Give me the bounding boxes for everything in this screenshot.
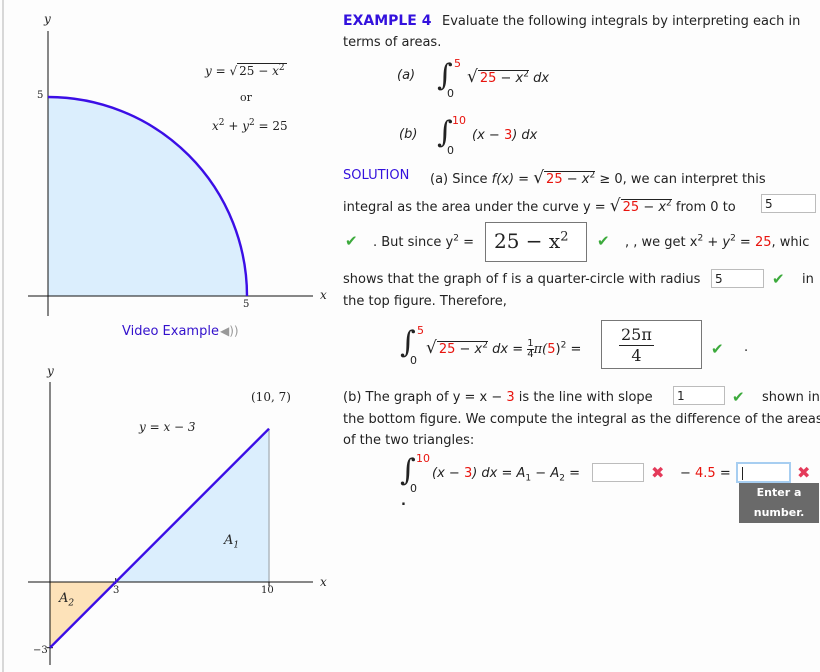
radius-input[interactable]: 5 [711,269,764,288]
slope-input[interactable]: 1 [673,386,725,405]
line-equation-label: y = x − 3 [139,420,196,434]
solution-line-2: integral as the area under the curve y =… [343,196,736,216]
y-tick-label-neg3: −3 [33,645,48,656]
area-a1-label: A1 [224,533,240,551]
part-a-integral: ∫ 5 0 √ 25 − x2 dx [437,57,550,100]
solution-line-4-end: in [802,272,814,287]
example-prompt-cont: terms of areas. [343,35,442,50]
part-a-label: (a) [397,68,416,83]
area-answer-box[interactable]: 25π 4 [601,320,702,369]
x-tick-label-3: 3 [113,585,120,596]
solution-line-4: shows that the graph of f is a quarter-c… [343,272,701,287]
period: . [401,494,406,509]
check-icon: ✔ [597,232,610,250]
x-tick-label-10: 10 [261,585,274,596]
top-x-axis-label: x [320,288,327,302]
top-y-axis-label: y [44,12,51,26]
part-b-label: (b) [399,127,418,142]
check-icon: ✔ [711,340,724,358]
check-icon: ✔ [345,232,358,250]
x-mark-icon: ✖ [651,463,665,482]
lower-limit: 0 [447,87,454,100]
upper-limit-input[interactable]: 5 [761,194,816,213]
solution-line-1: (a) Since f(x) = √ 25 − x2 ≥ 0, we can in… [430,168,766,188]
quarter-circle-figure [28,31,313,316]
part-a-result-equation: ∫ 5 0 √ 25 − x2 dx = 1 4 π(5)2 = [400,324,582,367]
upper-limit: 5 [454,57,461,70]
solution-line-3-post: , , we get x2 + y2 = 25, whic [625,233,810,250]
period: . [744,340,749,355]
point-label-10-7: (10, 7) [251,390,291,404]
example-heading: EXAMPLE 4 [343,13,432,29]
solution-line-3-pre: . But since y2 = [373,233,475,250]
lower-limit: 0 [447,144,454,157]
part-b-line-1: (b) The graph of y = x − 3 is the line w… [343,390,653,405]
example-prompt: Evaluate the following integrals by inte… [442,14,801,29]
y-squared-answer-box[interactable]: 25 − x2 [485,222,587,262]
x-mark-icon: ✖ [797,463,811,482]
check-icon: ✔ [732,388,745,406]
enter-number-tooltip: Enter a number. [739,483,819,523]
bottom-y-axis-label: y [47,364,54,378]
solution-line-5: the top figure. Therefore, [343,294,507,309]
solution-heading: SOLUTION [343,168,410,183]
top-equation-2: x2 + y2 = 25 [212,118,288,134]
part-b-line-3: of the two triangles: [343,433,475,448]
bottom-x-axis-label: x [320,575,327,589]
top-y-tick-5: 5 [37,90,44,101]
part-b-result-equation: ∫ 10 0 (x − 3) dx = A1 − A2 = [400,452,580,495]
part-b-line-2: the bottom figure. We compute the integr… [343,412,820,427]
part-b-integral: ∫ 10 0 (x − 3) dx [437,114,538,157]
top-x-tick-5: 5 [243,299,250,310]
check-icon: ✔ [772,270,785,288]
top-equation-1: y = √ 25 − x2 [205,63,287,78]
top-or-label: or [240,91,252,104]
final-answer-input[interactable] [736,462,791,483]
difference-input[interactable] [592,463,644,482]
part-b-line-1-end: shown in [762,390,820,405]
upper-limit: 10 [452,114,466,127]
area-a2-label: A2 [59,591,75,609]
text-caret [742,467,743,480]
minus-value: − 4.5 = [680,466,731,481]
